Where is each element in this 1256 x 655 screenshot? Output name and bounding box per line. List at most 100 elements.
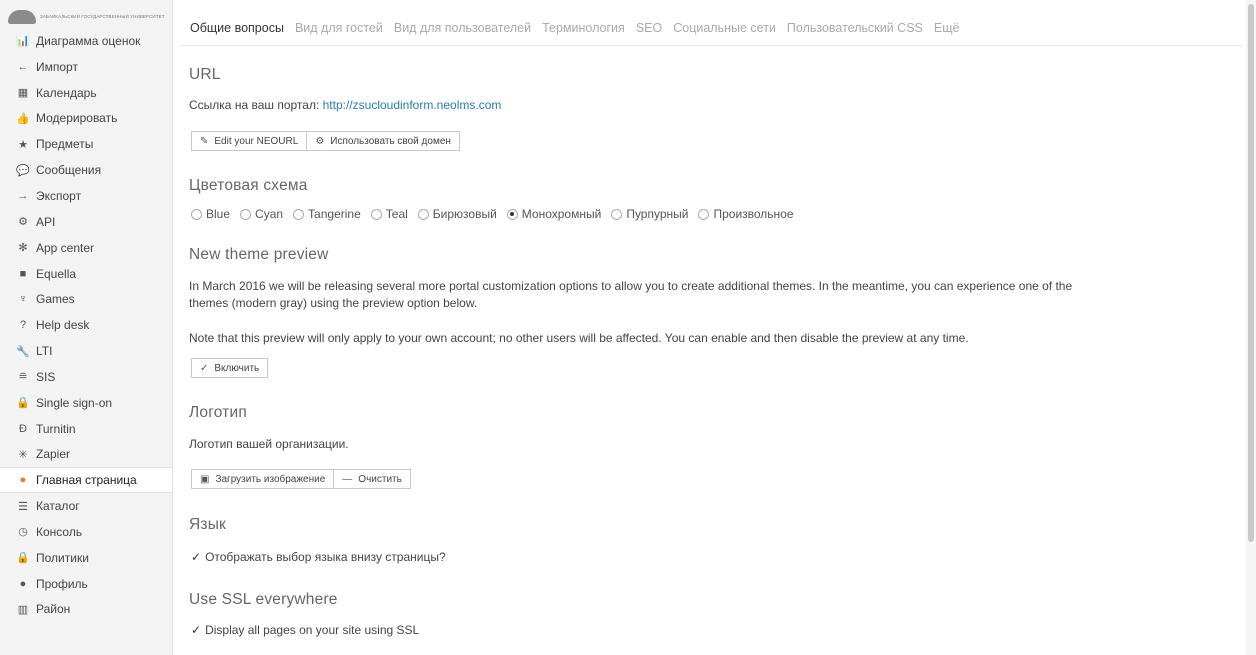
- radio-label: Произвольное: [713, 207, 794, 221]
- use-own-domain-button[interactable]: ⚙ Использовать свой домен: [307, 131, 460, 151]
- sidebar-item[interactable]: ▥ Район: [0, 597, 172, 623]
- sidebar-item-label: App center: [36, 240, 95, 255]
- cogs-icon: ✻: [18, 242, 28, 255]
- sidebar-item-label: Предметы: [36, 137, 94, 152]
- zapier-icon: ✳: [18, 448, 28, 461]
- tab-item[interactable]: Вид для пользователей: [394, 21, 531, 35]
- logo-heading: Логотип: [189, 404, 247, 421]
- radio-circle-icon: [240, 208, 252, 220]
- sidebar-item[interactable]: ← Импорт: [0, 54, 172, 80]
- color-scheme-radio[interactable]: Blue: [191, 207, 230, 221]
- logo-text: Логотип вашей организации.: [189, 437, 349, 451]
- color-scheme-radio[interactable]: Teal: [370, 207, 408, 221]
- tab-item[interactable]: Ещё: [934, 21, 960, 35]
- sidebar-item[interactable]: Ɖ Turnitin: [0, 416, 172, 442]
- logo-button-group: ▣ Загрузить изображение — Очистить: [191, 469, 411, 489]
- sidebar-item[interactable]: ★ Предметы: [0, 131, 172, 157]
- console-icon: ◷: [18, 526, 28, 539]
- sidebar-item-label: Диаграмма оценок: [36, 33, 141, 48]
- color-scheme-heading: Цветовая схема: [189, 177, 308, 194]
- sidebar-item[interactable]: 📊 Диаграмма оценок: [0, 28, 172, 54]
- theme-preview-text-2: Note that this preview will only apply t…: [189, 331, 969, 345]
- sidebar-item-label: Equella: [36, 266, 77, 281]
- sidebar-item[interactable]: → Экспорт: [0, 183, 172, 209]
- sidebar-item[interactable]: 💬 Сообщения: [0, 157, 172, 183]
- tab-item[interactable]: Вид для гостей: [295, 21, 383, 35]
- sidebar-item-label: Каталог: [36, 499, 80, 514]
- color-scheme-radio[interactable]: Произвольное: [698, 207, 794, 221]
- language-selector-checkbox[interactable]: ✓ Отображать выбор языка внизу страницы?: [191, 550, 446, 564]
- sidebar-item-label: Модерировать: [36, 111, 118, 126]
- upload-image-button[interactable]: ▣ Загрузить изображение: [191, 469, 335, 489]
- check-icon: ✓: [200, 362, 209, 374]
- wrench-icon: 🔧: [16, 345, 30, 358]
- arrow-left-icon: ←: [17, 60, 29, 73]
- sidebar-item[interactable]: 🔒 Политики: [0, 545, 172, 571]
- tab-item[interactable]: Терминология: [542, 21, 625, 35]
- color-scheme-radio[interactable]: Tangerine: [293, 207, 361, 221]
- sidebar-item[interactable]: 🔒 Single sign-on: [0, 390, 172, 416]
- edit-neourl-button[interactable]: ✎ Edit your NEOURL: [191, 131, 308, 151]
- sidebar-item-label: LTI: [36, 344, 53, 359]
- sidebar-item[interactable]: ✳ Zapier: [0, 442, 172, 468]
- sidebar-item[interactable]: ⚙ API: [0, 209, 172, 235]
- url-heading: URL: [189, 66, 221, 83]
- sidebar-item-label: Экспорт: [36, 188, 82, 203]
- logo-text: ЗАБАЙКАЛЬСКИЙ ГОСУДАРСТВЕННЫЙ УНИВЕРСИТЕ…: [40, 14, 165, 19]
- sidebar-item[interactable]: ? Help desk: [0, 312, 172, 338]
- vertical-scrollbar[interactable]: [1246, 0, 1256, 655]
- sidebar-item[interactable]: ✻ App center: [0, 235, 172, 261]
- logo-mark-icon: [8, 10, 36, 24]
- theme-preview-text-1: In March 2016 we will be releasing sever…: [189, 279, 1073, 293]
- scrollbar-thumb[interactable]: [1248, 4, 1254, 542]
- sidebar-item-label: Help desk: [36, 318, 90, 333]
- enable-preview-button[interactable]: ✓ Включить: [191, 358, 269, 378]
- tab-item[interactable]: Пользовательский CSS: [787, 21, 923, 35]
- sidebar-item[interactable]: ▦ Календарь: [0, 80, 172, 106]
- ssl-heading: Use SSL everywhere: [189, 591, 338, 608]
- radio-label: Монохромный: [521, 207, 602, 221]
- radio-circle-icon: [698, 208, 710, 220]
- chat-icon: 💬: [16, 164, 30, 177]
- sidebar-item[interactable]: ◷ Консоль: [0, 519, 172, 545]
- sidebar-item[interactable]: ■ Equella: [0, 261, 172, 287]
- sidebar-item[interactable]: ● Главная страница: [0, 467, 172, 494]
- ssl-checkbox[interactable]: ✓ Display all pages on your site using SS…: [191, 623, 419, 637]
- sidebar-item-label: Календарь: [36, 85, 97, 100]
- sidebar-item-label: Turnitin: [36, 421, 76, 436]
- tab-item[interactable]: Общие вопросы: [190, 21, 284, 35]
- sidebar-item-label: Zapier: [36, 447, 71, 462]
- tab-item[interactable]: SEO: [636, 21, 662, 35]
- color-scheme-radio[interactable]: Бирюзовый: [417, 207, 497, 221]
- sidebar-item[interactable]: ≘ SIS: [0, 364, 172, 390]
- image-icon: ▣: [200, 473, 210, 485]
- sidebar-item[interactable]: 🔧 LTI: [0, 338, 172, 364]
- sidebar-item[interactable]: ☰ Каталог: [0, 493, 172, 519]
- sidebar-item-label: Single sign-on: [36, 395, 113, 410]
- sidebar-item[interactable]: ● Профиль: [0, 571, 172, 597]
- district-icon: ▥: [17, 603, 29, 616]
- calendar-icon: ▦: [17, 87, 29, 100]
- thumbs-up-icon: 👍: [16, 112, 30, 125]
- sidebar-item-label: Консоль: [36, 524, 83, 539]
- pencil-icon: ✎: [200, 135, 209, 147]
- trophy-icon: ♆: [18, 293, 28, 306]
- tab-item[interactable]: Социальные сети: [673, 21, 776, 35]
- clear-logo-button[interactable]: — Очистить: [334, 469, 411, 489]
- color-scheme-options: Blue Cyan Tangerine Teal Бирюзовый Монохромны…: [191, 207, 804, 221]
- bar-chart-icon: 📊: [16, 35, 30, 48]
- turnitin-icon: Ɖ: [19, 422, 27, 435]
- list-icon: ☰: [18, 500, 28, 513]
- color-scheme-radio[interactable]: Пурпурный: [611, 207, 688, 221]
- star-icon: ★: [18, 138, 28, 151]
- sidebar-item[interactable]: ♆ Games: [0, 286, 172, 312]
- color-scheme-radio[interactable]: Монохромный: [506, 207, 602, 221]
- radio-circle-icon: [370, 208, 382, 220]
- gear-icon: ⚙: [315, 135, 325, 147]
- portal-link[interactable]: http://zsucloudinform.neolms.com: [323, 98, 502, 112]
- sidebar-item[interactable]: 👍 Модерировать: [0, 106, 172, 132]
- sidebar-item-label: Профиль: [36, 576, 88, 591]
- org-logo[interactable]: ЗАБАЙКАЛЬСКИЙ ГОСУДАРСТВЕННЫЙ УНИВЕРСИТЕ…: [8, 6, 166, 28]
- color-scheme-radio[interactable]: Cyan: [240, 207, 283, 221]
- radio-label: Teal: [385, 207, 408, 221]
